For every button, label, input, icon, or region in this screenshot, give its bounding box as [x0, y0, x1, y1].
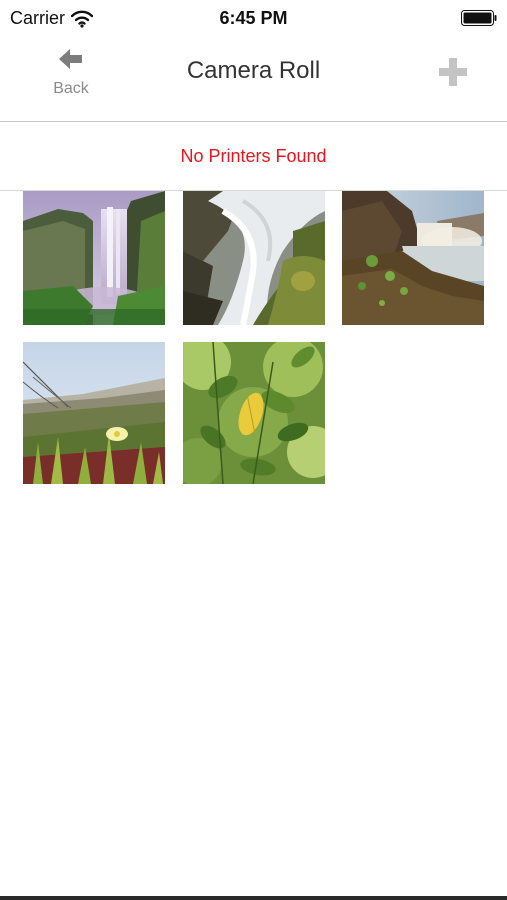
- status-bar: Carrier 6:45 PM: [0, 0, 507, 38]
- navigation-bar: Back Camera Roll: [0, 38, 507, 122]
- page-title: Camera Roll: [186, 57, 321, 84]
- plus-icon: [439, 58, 467, 86]
- waterfall-cliff-image: [342, 191, 484, 325]
- camera-roll-screen: Carrier 6:45 PM Back Camera Roll No Prin…: [0, 0, 507, 900]
- photo-thumbnail-waterfall-closeup[interactable]: [183, 191, 325, 325]
- beach-dune-flowers-image: [23, 342, 165, 484]
- add-button[interactable]: [439, 58, 467, 86]
- clock: 6:45 PM: [219, 8, 288, 28]
- photo-thumbnail-waterfall-cliff[interactable]: [342, 191, 484, 325]
- waterfall-closeup-image: [183, 191, 325, 325]
- battery-icon: [461, 10, 497, 26]
- printer-status-bar: No Printers Found: [0, 122, 507, 191]
- photo-thumbnail-green-leaves[interactable]: [183, 342, 325, 484]
- photo-thumbnail-beach-dune-flowers[interactable]: [23, 342, 165, 484]
- green-leaves-image: [183, 342, 325, 484]
- printer-status-message: No Printers Found: [180, 145, 327, 166]
- bottom-edge: [0, 896, 507, 900]
- photo-thumbnail-waterfall-valley[interactable]: [23, 191, 165, 325]
- waterfall-valley-image: [23, 191, 165, 325]
